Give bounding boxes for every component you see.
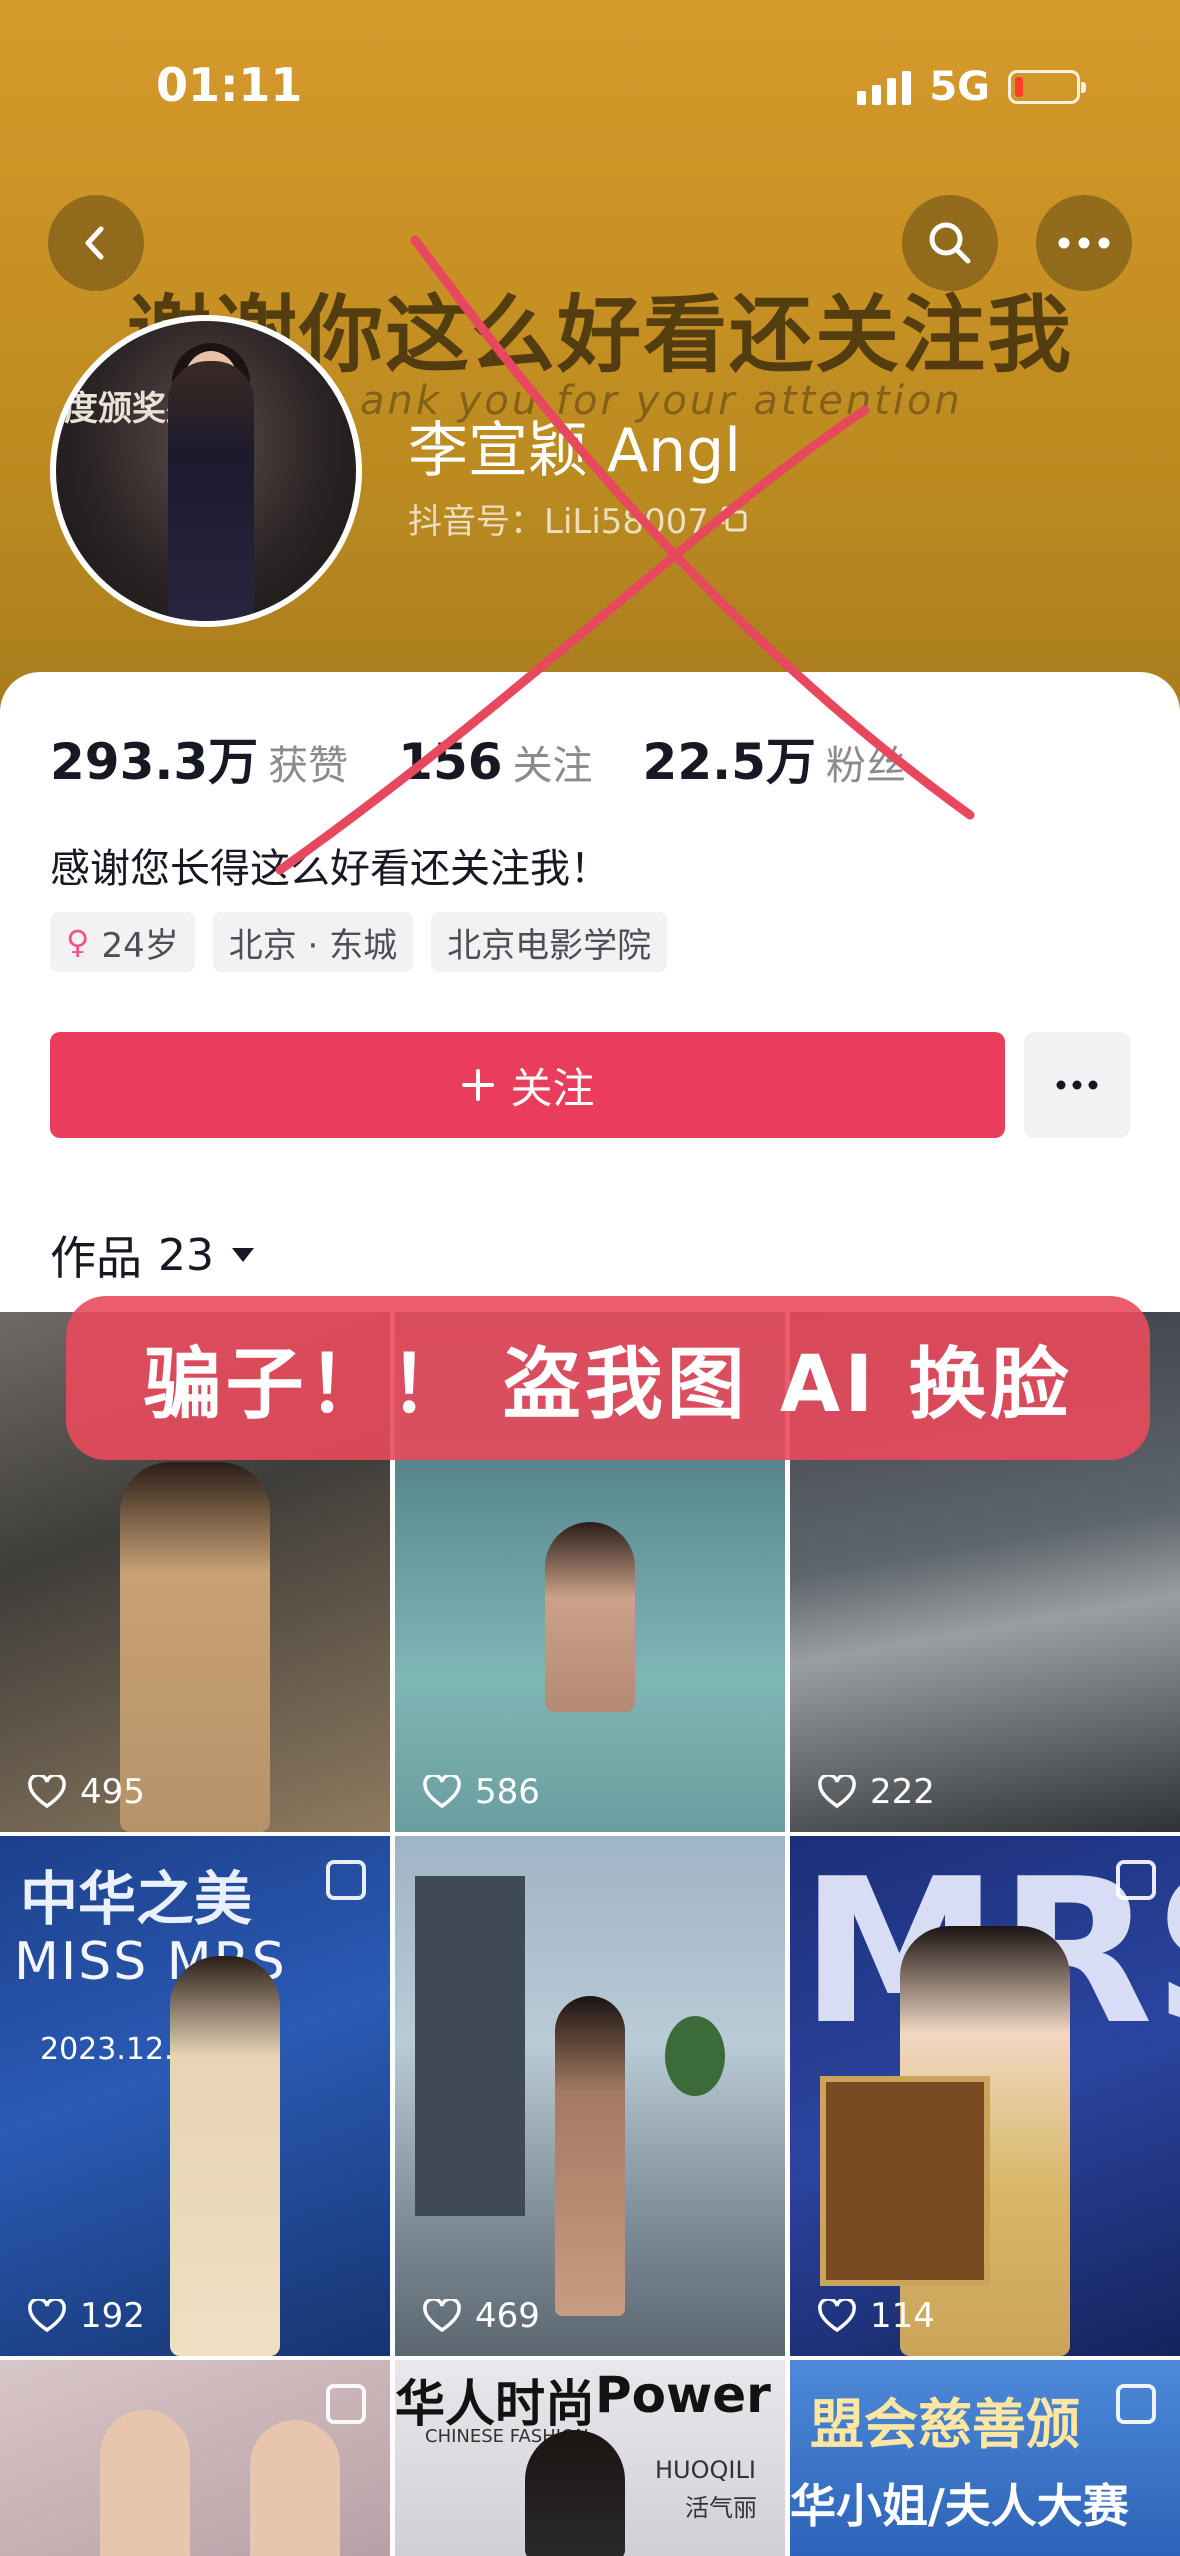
back-button[interactable] [48,195,144,291]
post-likes-count: 586 [475,1772,540,1812]
post-likes: 495 [28,1772,145,1812]
heart-icon [423,1775,461,1809]
signal-icon [857,69,912,105]
profile-stats: 293.3万 获赞 156 关注 22.5万 粉丝 [50,722,956,794]
age-text: 24岁 [101,925,179,966]
caret-down-icon [232,1248,254,1262]
works-count: 23 [158,1229,214,1281]
search-button[interactable] [902,195,998,291]
follow-button[interactable]: 关注 [50,1032,1005,1138]
post-likes-count: 495 [80,1772,145,1812]
post-likes-count: 192 [80,2296,145,2336]
followers-count[interactable]: 22.5万 [643,722,816,794]
heart-icon [28,1775,66,1809]
post-likes-count: 222 [870,1772,935,1812]
post-likes: 469 [423,2296,540,2336]
post-likes: 222 [818,1772,935,1812]
status-time: 01:11 [156,58,303,112]
location-tag: 北京 · 东城 [212,912,414,972]
multi-image-icon [326,2384,366,2424]
chevron-left-icon [85,226,104,260]
post-tile[interactable]: 中华之美 MISS MRS 2023.12.05 192 [0,1836,390,2356]
profile-handle[interactable]: 抖音号：LiLi58007 [408,494,749,543]
network-label: 5G [929,64,990,110]
post-likes-count: 469 [475,2296,540,2336]
follow-label: 关注 [510,1063,595,1113]
post-banner-title: 中华之美 [20,1865,253,1933]
battery-icon [1008,70,1086,104]
post-tile[interactable] [0,2360,390,2556]
heart-icon [28,2299,66,2333]
following-count[interactable]: 156 [398,733,502,791]
post-brand-huoqili: HUOQILI [655,2456,756,2484]
post-tile[interactable]: 469 [395,1836,785,2356]
post-likes: 192 [28,2296,145,2336]
age-tag: ♀ 24岁 [50,912,195,972]
copy-icon[interactable] [719,504,749,534]
profile-name: 李宣颖 Angl [408,416,741,486]
avatar[interactable]: 度颁奖盛典 [50,315,362,627]
multi-image-icon [1116,2384,1156,2424]
more-options-button[interactable] [1036,195,1132,291]
works-tab[interactable]: 作品 23 [50,1222,256,1288]
post-tile[interactable]: 盟会慈善颁 华小姐/夫人大赛 [790,2360,1180,2556]
multi-image-icon [326,1860,366,1900]
school-tag[interactable]: 北京电影学院 [431,912,668,972]
following-label: 关注 [512,743,593,789]
post-likes-count: 114 [870,2296,935,2336]
post-brand-power: Power [595,2366,771,2424]
followers-label: 粉丝 [825,743,906,789]
handle-text: 抖音号：LiLi58007 [408,502,709,542]
ellipsis-icon [1056,1080,1098,1090]
heart-icon [818,1775,856,1809]
status-indicators: 5G [857,64,1086,110]
post-tile[interactable]: 华人时尚 CHINESE FASHION Power HUOQILI 活气丽 [395,2360,785,2556]
post-banner-title: 盟会慈善颁 [810,2393,1080,2456]
likes-count[interactable]: 293.3万 [50,722,258,794]
plus-icon [462,1069,495,1101]
scam-warning-overlay: 骗子！！ 盗我图 AI 换脸 [66,1296,1150,1460]
search-icon [929,222,971,264]
post-likes: 114 [818,2296,935,2336]
profile-bio: 感谢您长得这么好看还关注我！ [50,846,610,892]
ellipsis-icon [1058,237,1110,249]
post-likes: 586 [423,1772,540,1812]
profile-tags: ♀ 24岁 北京 · 东城 北京电影学院 [50,912,668,972]
heart-icon [818,2299,856,2333]
works-label: 作品 [50,1231,142,1285]
profile-more-button[interactable] [1024,1032,1130,1138]
heart-icon [423,2299,461,2333]
likes-label: 获赞 [268,743,349,789]
post-brand-huoqili-cn: 活气丽 [685,2494,757,2522]
post-tile[interactable]: MRS 114 [790,1836,1180,2356]
multi-image-icon [1116,1860,1156,1900]
post-banner-sub: 华小姐/夫人大赛 [790,2479,1129,2533]
female-icon: ♀ [66,923,90,961]
